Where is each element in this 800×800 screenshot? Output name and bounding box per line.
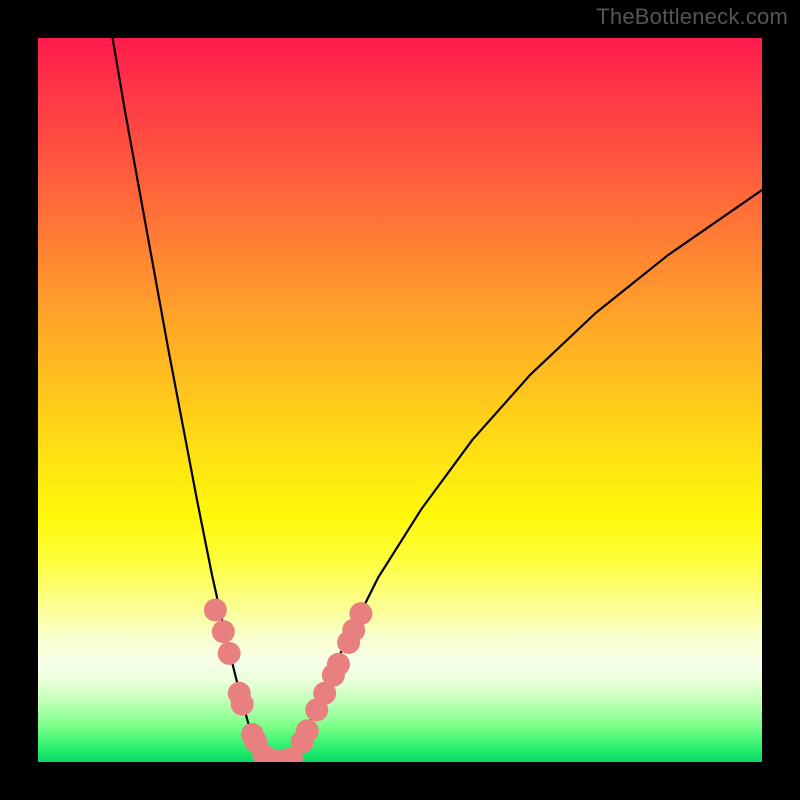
marker-dot — [296, 719, 319, 742]
marker-dot — [349, 602, 372, 625]
marker-dot — [212, 620, 235, 643]
bottleneck-curve — [113, 38, 762, 761]
marker-dots — [204, 598, 373, 762]
curve-layer — [38, 38, 762, 762]
plot-area — [38, 38, 762, 762]
chart-frame: TheBottleneck.com — [0, 0, 800, 800]
marker-dot — [218, 642, 241, 665]
marker-dot — [327, 653, 350, 676]
marker-dot — [204, 598, 227, 621]
marker-dot — [231, 693, 254, 716]
attribution-label: TheBottleneck.com — [596, 4, 788, 30]
